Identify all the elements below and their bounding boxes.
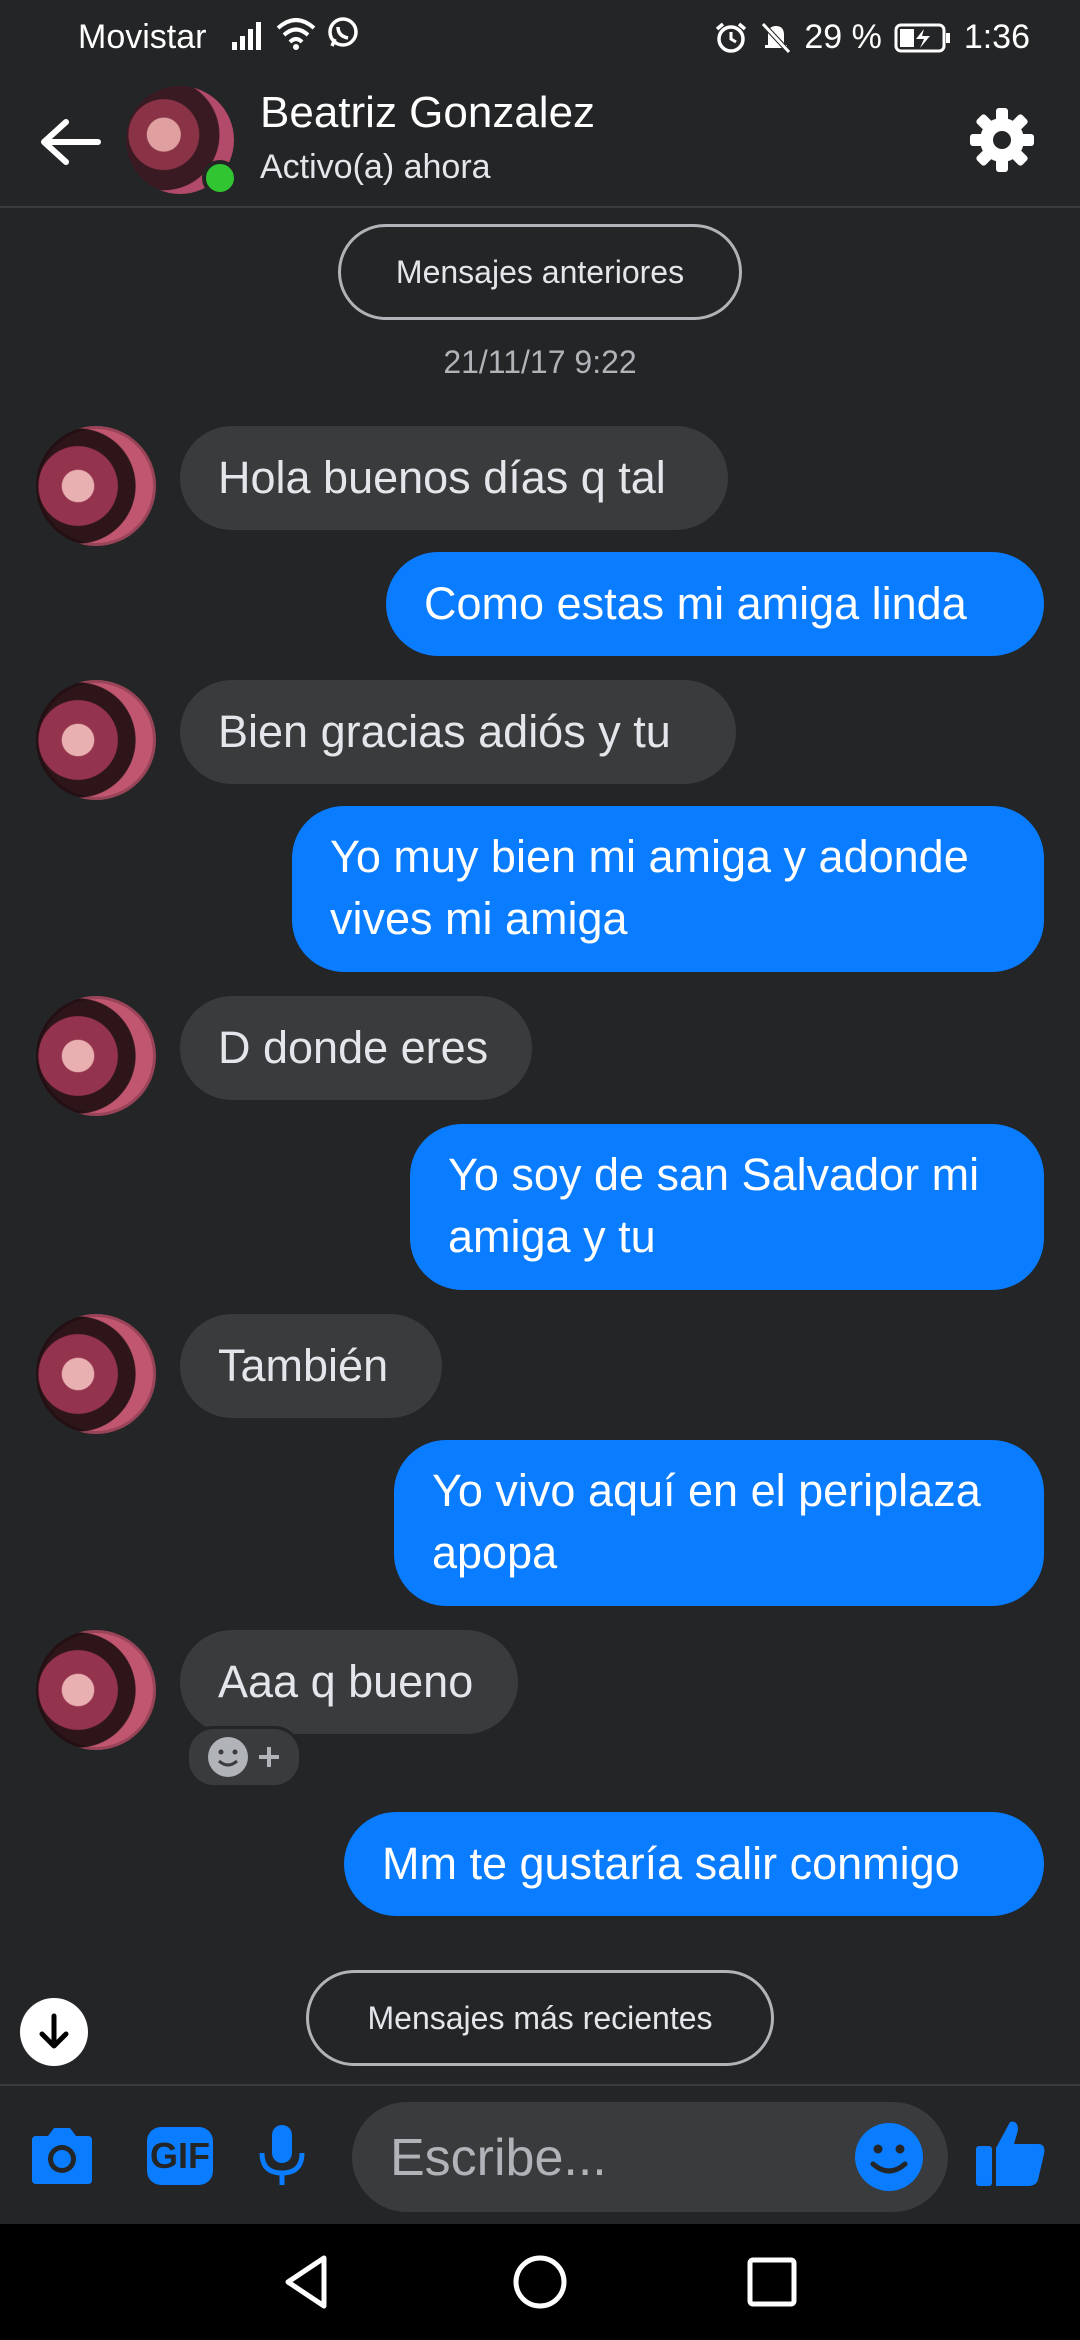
camera-icon <box>32 2128 92 2184</box>
outgoing-message[interactable]: Yo vivo aquí en el periplaza apopa <box>394 1440 1044 1606</box>
whatsapp-icon <box>328 17 358 47</box>
incoming-message[interactable]: Hola buenos días q tal <box>180 426 728 530</box>
gif-icon: GIF <box>147 2127 213 2185</box>
incoming-message[interactable]: Bien gracias adiós y tu <box>180 680 736 784</box>
emoji-icon[interactable] <box>852 2120 926 2194</box>
gif-button[interactable]: GIF <box>140 2116 220 2196</box>
nav-recents-icon[interactable] <box>742 2252 802 2312</box>
status-bar: Movistar 29 % 1:36 <box>0 0 1080 76</box>
plus-icon <box>259 1747 279 1767</box>
contact-avatar[interactable] <box>36 996 156 1116</box>
voice-message-button[interactable] <box>242 2116 322 2196</box>
older-messages-button[interactable]: Mensajes anteriores <box>338 224 742 320</box>
contact-name[interactable]: Beatriz Gonzalez <box>260 88 595 138</box>
contact-avatar[interactable] <box>36 426 156 546</box>
message-timestamp: 21/11/17 9:22 <box>443 344 637 380</box>
status-icons-right: 29 % 1:36 <box>714 18 1030 57</box>
mute-bell-icon <box>761 21 792 54</box>
incoming-message[interactable]: También <box>180 1314 442 1418</box>
incoming-message[interactable]: D donde eres <box>180 996 532 1100</box>
outgoing-message[interactable]: Como estas mi amiga linda <box>386 552 1044 656</box>
contact-avatar[interactable] <box>36 680 156 800</box>
signal-icon <box>232 22 261 50</box>
carrier-name: Movistar <box>78 18 207 56</box>
system-navigation-bar <box>0 2224 1080 2340</box>
clock-time: 1:36 <box>963 18 1030 56</box>
alarm-icon <box>716 22 747 53</box>
contact-avatar[interactable] <box>36 1630 156 1750</box>
back-arrow-icon[interactable] <box>38 116 102 168</box>
incoming-message[interactable]: Aaa q bueno <box>180 1630 518 1734</box>
contact-active-status: Activo(a) ahora <box>260 148 491 186</box>
battery-percentage: 29 % <box>804 18 882 56</box>
status-icons-left <box>232 16 360 50</box>
message-input-container[interactable] <box>352 2102 948 2212</box>
message-input[interactable] <box>388 2120 832 2196</box>
camera-button[interactable] <box>22 2116 102 2196</box>
gear-icon[interactable] <box>966 104 1038 176</box>
contact-avatar[interactable] <box>36 1314 156 1434</box>
like-button[interactable] <box>970 2112 1050 2192</box>
wifi-icon <box>276 18 316 50</box>
add-reaction-button[interactable] <box>186 1726 302 1788</box>
conversation-header: Beatriz Gonzalez Activo(a) ahora <box>0 76 1080 208</box>
outgoing-message[interactable]: Yo soy de san Salvador mi amiga y tu <box>410 1124 1044 1290</box>
outgoing-message[interactable]: Yo muy bien mi amiga y adonde vives mi a… <box>292 806 1044 972</box>
gif-label: GIF <box>150 2135 210 2176</box>
nav-home-icon[interactable] <box>510 2252 570 2312</box>
newer-messages-button[interactable]: Mensajes más recientes <box>306 1970 774 2066</box>
smiley-icon <box>208 1737 248 1777</box>
online-status-dot <box>202 160 238 196</box>
battery-charging-icon <box>894 23 950 52</box>
outgoing-message[interactable]: Mm te gustaría salir conmigo <box>344 1812 1044 1916</box>
arrow-down-icon <box>39 2013 69 2049</box>
microphone-icon <box>259 2125 305 2185</box>
message-composer: GIF <box>0 2084 1080 2226</box>
scroll-to-bottom-button[interactable] <box>20 1998 88 2066</box>
thumbs-up-icon <box>976 2121 1045 2186</box>
nav-back-icon[interactable] <box>278 2252 338 2312</box>
